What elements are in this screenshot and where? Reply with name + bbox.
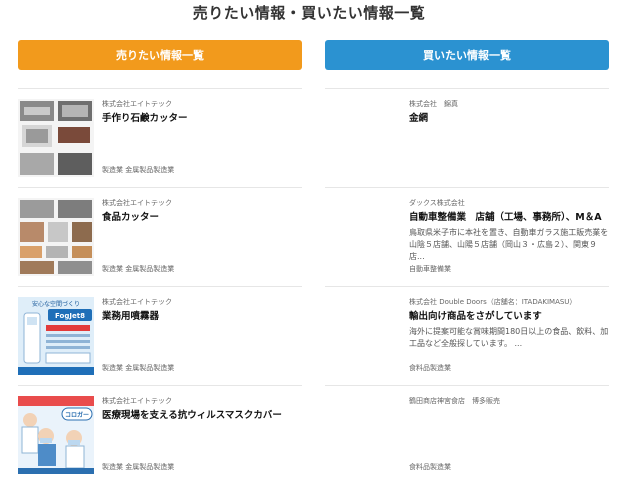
mask-cover-thumbnail[interactable]: コロガー [18, 396, 94, 474]
sell-item[interactable]: 安心な空間づくり FogJet8 株式会社エイトテック 業務用噴霧器 製造業 金… [18, 286, 302, 385]
sell-item[interactable]: コロガー 株式会社エイトテック 医療現場を支える抗ウィルスマスクカバー 製造業 … [18, 385, 302, 484]
item-category: 食料品製造業 [409, 463, 451, 471]
item-category: 製造業 金属製品製造業 [102, 166, 175, 174]
buy-item-text: 鶴田商店神宮食店 博多販売 食料品製造業 [409, 396, 609, 472]
sell-item[interactable]: 株式会社エイトテック 食品カッター 製造業 金属製品製造業 [18, 187, 302, 286]
item-category: 製造業 金属製品製造業 [102, 364, 175, 372]
item-title[interactable]: 業務用噴霧器 [102, 310, 298, 323]
sell-item-text: 株式会社エイトテック 手作り石鹸カッター 製造業 金属製品製造業 [102, 99, 298, 175]
company-name: 株式会社エイトテック [102, 298, 172, 306]
buy-item[interactable]: ダックス株式会社 自動車整備業 店舗（工場、事務所）、M＆A 鳥取県米子市に本社… [325, 187, 609, 286]
sell-list: 株式会社エイトテック 手作り石鹸カッター 製造業 金属製品製造業 株式会社エイト… [18, 88, 302, 484]
company-name: 株式会社 錦真 [409, 100, 458, 108]
buy-column: 買いたい情報一覧 株式会社 錦真 金網 ダックス株式会社 自動車整備業 店舗（工… [325, 40, 609, 484]
item-description: 海外に提案可能な賞味期間180日以上の食品、飲料、加工品など全般探しています。 … [409, 327, 609, 348]
buy-list: 株式会社 錦真 金網 ダックス株式会社 自動車整備業 店舗（工場、事務所）、M＆… [325, 88, 609, 484]
company-name: 株式会社エイトテック [102, 100, 172, 108]
buy-item[interactable]: 鶴田商店神宮食店 博多販売 食料品製造業 [325, 385, 609, 484]
sprayer-thumbnail[interactable]: 安心な空間づくり FogJet8 [18, 297, 94, 375]
company-name: 鶴田商店神宮食店 博多販売 [409, 397, 500, 405]
item-category: 自動車整備業 [409, 265, 451, 273]
item-category: 製造業 金属製品製造業 [102, 265, 175, 273]
item-category: 食料品製造業 [409, 364, 451, 372]
buy-item[interactable]: 株式会社 錦真 金網 [325, 88, 609, 187]
item-title[interactable]: 自動車整備業 店舗（工場、事務所）、M＆A [409, 211, 609, 224]
soap-cutter-thumbnail[interactable] [18, 99, 94, 177]
sprayer-flyer-heading: 安心な空間づくり [32, 300, 80, 308]
buy-list-button[interactable]: 買いたい情報一覧 [325, 40, 609, 70]
sell-list-button[interactable]: 売りたい情報一覧 [18, 40, 302, 70]
sell-item-text: 株式会社エイトテック 食品カッター 製造業 金属製品製造業 [102, 198, 298, 274]
buy-item-text: ダックス株式会社 自動車整備業 店舗（工場、事務所）、M＆A 鳥取県米子市に本社… [409, 198, 609, 274]
company-name: 株式会社エイトテック [102, 397, 172, 405]
item-title[interactable]: 輸出向け商品をさがしています [409, 310, 609, 323]
sell-item-text: 株式会社エイトテック 医療現場を支える抗ウィルスマスクカバー 製造業 金属製品製… [102, 396, 298, 472]
item-category: 製造業 金属製品製造業 [102, 463, 175, 471]
item-title[interactable]: 医療現場を支える抗ウィルスマスクカバー [102, 409, 298, 422]
item-title[interactable]: 金網 [409, 112, 609, 125]
buy-item-text: 株式会社 錦真 金網 [409, 99, 609, 175]
buy-item[interactable]: 株式会社 Double Doors（店舗名：ITADAKIMASU） 輸出向け商… [325, 286, 609, 385]
item-title[interactable]: 手作り石鹸カッター [102, 112, 298, 125]
page-title: 売りたい情報・買いたい情報一覧 [192, 4, 426, 22]
food-cutter-thumbnail[interactable] [18, 198, 94, 276]
sell-item[interactable]: 株式会社エイトテック 手作り石鹸カッター 製造業 金属製品製造業 [18, 88, 302, 187]
sell-item-text: 株式会社エイトテック 業務用噴霧器 製造業 金属製品製造業 [102, 297, 298, 373]
company-name: 株式会社エイトテック [102, 199, 172, 207]
item-title[interactable]: 食品カッター [102, 211, 298, 224]
mask-flyer-brand: コロガー [65, 411, 89, 419]
sell-column: 売りたい情報一覧 株式会社エイトテック 手作り石鹸カッター 製造業 金属製品製造… [18, 40, 302, 484]
item-description: 鳥取県米子市に本社を置き、自動車ガラス施工販売業を山陰５店舗、山陽５店舗（岡山３… [409, 228, 609, 261]
buy-item-text: 株式会社 Double Doors（店舗名：ITADAKIMASU） 輸出向け商… [409, 297, 609, 373]
company-name: 株式会社 Double Doors（店舗名：ITADAKIMASU） [409, 298, 577, 306]
company-name: ダックス株式会社 [409, 199, 465, 207]
sprayer-flyer-brand: FogJet8 [55, 312, 85, 320]
